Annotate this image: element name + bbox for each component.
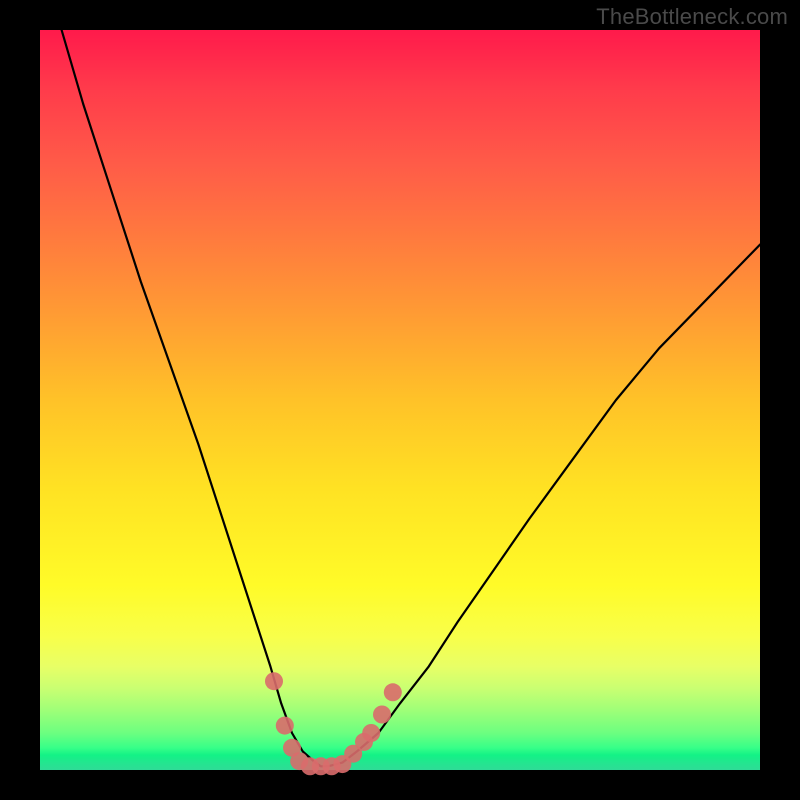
watermark-text: TheBottleneck.com (596, 4, 788, 30)
marker-m1 (265, 672, 283, 690)
chart-frame: TheBottleneck.com (0, 0, 800, 800)
marker-m2 (276, 717, 294, 735)
marker-m13 (384, 683, 402, 701)
bottleneck-curve (62, 30, 760, 766)
marker-m12 (373, 706, 391, 724)
curve-layer (40, 30, 760, 770)
marker-m11 (362, 724, 380, 742)
min-markers (265, 672, 402, 775)
plot-area (40, 30, 760, 770)
